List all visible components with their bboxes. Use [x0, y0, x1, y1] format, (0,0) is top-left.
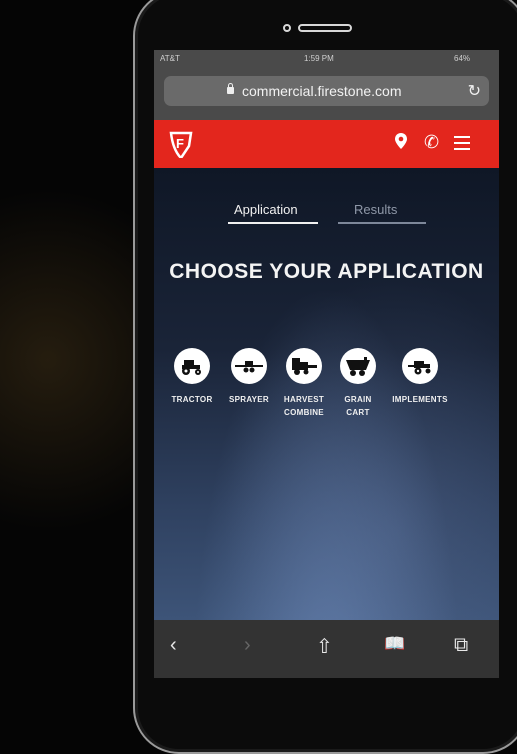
main-content: Application Results CHOOSE YOUR APPLICAT…: [154, 168, 499, 620]
tab-application-underline: [228, 222, 318, 224]
tab-results-underline: [338, 222, 426, 224]
application-label-line1: IMPLEMENTS: [392, 395, 448, 404]
implements-icon: [402, 348, 438, 384]
tab-results[interactable]: Results: [354, 202, 397, 217]
application-label-line2: CART: [346, 408, 370, 417]
battery-label: 64%: [454, 54, 471, 63]
location-pin-icon[interactable]: [395, 133, 407, 149]
carrier-label: AT&T: [160, 54, 180, 63]
share-icon[interactable]: ⇧: [316, 634, 333, 659]
application-tractor[interactable]: TRACTOR: [160, 348, 224, 406]
tab-application[interactable]: Application: [234, 202, 298, 217]
svg-text:F: F: [176, 136, 184, 151]
camera-icon: [283, 24, 291, 32]
application-implements[interactable]: IMPLEMENTS: [388, 348, 452, 406]
status-bar: AT&T 1:59 PM 64%: [154, 50, 499, 68]
application-label-line1: TRACTOR: [171, 395, 213, 404]
clock-label: 1:59 PM: [304, 54, 334, 63]
forward-icon[interactable]: ›: [244, 634, 251, 657]
tabs-icon[interactable]: ⧉: [454, 634, 468, 657]
hamburger-menu-icon[interactable]: [454, 136, 470, 150]
grain-cart-icon: [340, 348, 376, 384]
application-grain-cart[interactable]: GRAIN CART: [326, 348, 390, 419]
browser-toolbar: ‹ › ⇧ 📖 ⧉: [154, 620, 499, 678]
combine-icon: [286, 348, 322, 384]
back-icon[interactable]: ‹: [170, 634, 177, 657]
address-bar[interactable]: commercial.firestone.com ↻: [164, 76, 489, 106]
site-header: F ✆: [154, 120, 499, 168]
speaker-grille: [298, 24, 352, 32]
phone-screen: AT&T 1:59 PM 64% commercial.firestone.co…: [154, 50, 499, 647]
url-text: commercial.firestone.com: [242, 83, 402, 99]
tractor-icon: [174, 348, 210, 384]
bookmarks-icon[interactable]: 📖: [384, 634, 405, 654]
application-label-line1: GRAIN: [344, 395, 372, 404]
page-title: CHOOSE YOUR APPLICATION: [169, 260, 484, 283]
browser-chrome: commercial.firestone.com ↻: [154, 68, 499, 120]
firestone-logo-icon[interactable]: F: [168, 130, 194, 158]
phone-call-icon[interactable]: ✆: [424, 132, 439, 153]
lock-icon: [227, 83, 234, 94]
reload-icon[interactable]: ↻: [468, 81, 481, 101]
sprayer-icon: [231, 348, 267, 384]
